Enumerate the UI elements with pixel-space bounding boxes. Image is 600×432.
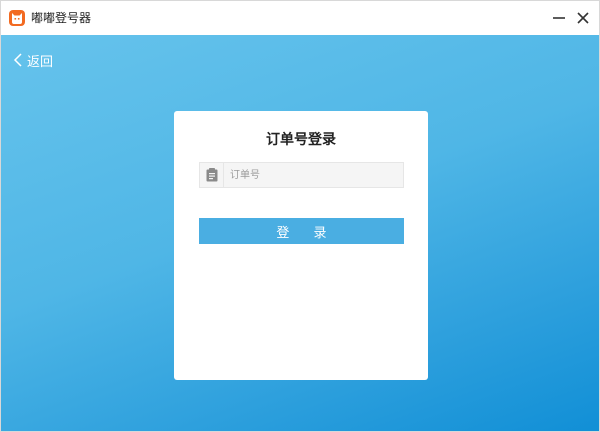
back-label: 返回 <box>27 54 54 70</box>
app-window: 嘟嘟登号器 返回 订单号登录 订单号 登 录 <box>0 0 600 432</box>
order-number-field <box>199 162 404 188</box>
input-icon-box <box>200 163 224 187</box>
back-button[interactable]: 返回 <box>13 51 54 70</box>
close-button[interactable] <box>571 6 595 30</box>
app-title: 嘟嘟登号器 <box>31 11 92 25</box>
order-number-input[interactable] <box>230 163 400 187</box>
main-content: 返回 订单号登录 登 录 <box>1 35 599 431</box>
app-logo-icon <box>9 10 25 26</box>
card-title: 订单号登录 <box>266 132 336 148</box>
minimize-button[interactable] <box>547 6 571 30</box>
chevron-left-icon <box>13 53 22 67</box>
login-button[interactable]: 登 录 <box>199 218 404 244</box>
minimize-icon <box>553 17 565 19</box>
login-card: 订单号登录 登 录 <box>174 111 428 380</box>
close-icon <box>577 12 589 24</box>
clipboard-icon <box>206 168 218 182</box>
title-bar: 嘟嘟登号器 <box>1 1 599 35</box>
